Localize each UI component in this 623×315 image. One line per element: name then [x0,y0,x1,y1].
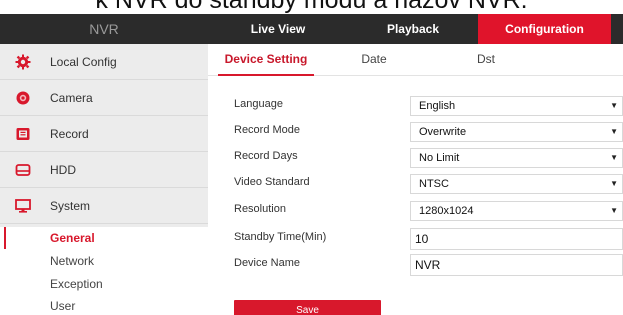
resolution-label: Resolution [234,203,286,215]
hdd-icon [15,162,31,178]
resolution-select[interactable]: 1280x1024 ▼ [410,201,623,221]
nvr-config-screen: k NVR do standby módu a názov NVR. NVR L… [0,0,623,315]
language-value: English [419,100,456,112]
sidebar-item-record[interactable]: Record [0,116,208,152]
content-tabs: Device Setting Date Dst [208,44,623,76]
video-standard-value: NTSC [419,178,449,190]
record-days-value: No Limit [419,152,460,164]
sidebar-item-system[interactable]: System [0,188,208,224]
dropdown-arrow-icon: ▼ [610,153,618,162]
sidebar-item-hdd[interactable]: HDD [0,152,208,188]
sidebar-item-label: Record [50,127,89,141]
submenu-item-exception[interactable]: Exception [50,273,103,295]
resolution-value: 1280x1024 [419,205,474,217]
tab-playback[interactable]: Playback [348,14,478,44]
tab-dst[interactable]: Dst [466,44,506,76]
submenu-item-general[interactable]: General [50,227,95,249]
dropdown-arrow-icon: ▼ [610,101,618,110]
sidebar-item-camera[interactable]: Camera [0,80,208,116]
sidebar-item-label: Local Config [50,55,117,69]
tab-date[interactable]: Date [354,44,394,76]
submenu-item-user[interactable]: User [50,295,75,315]
record-icon [15,126,31,142]
sidebar: Local Config Camera Record HDD System Ge… [0,44,208,315]
language-label: Language [234,98,283,110]
device-name-label: Device Name [234,257,301,269]
tab-configuration[interactable]: Configuration [478,14,611,44]
save-button[interactable]: Save [234,300,381,315]
record-days-label: Record Days [234,150,298,162]
sidebar-item-label: System [50,199,91,213]
system-submenu: General Network Exception User [0,227,208,315]
standby-time-input[interactable]: 10 [410,228,623,250]
tab-live-view[interactable]: Live View [208,14,348,44]
dropdown-arrow-icon: ▼ [610,206,618,215]
sidebar-item-label: Camera [50,91,93,105]
top-nav-bar: NVR Live View Playback Configuration [0,14,623,44]
language-select[interactable]: English ▼ [410,96,623,116]
record-mode-value: Overwrite [419,126,467,138]
app-brand: NVR [89,21,119,37]
sidebar-item-label: HDD [50,163,76,177]
tab-device-setting[interactable]: Device Setting [218,44,314,76]
active-indicator [4,227,6,249]
dropdown-arrow-icon: ▼ [610,127,618,136]
sidebar-item-local-config[interactable]: Local Config [0,44,208,80]
device-name-input[interactable]: NVR [410,254,623,276]
submenu-item-network[interactable]: Network [50,250,94,272]
video-standard-label: Video Standard [234,176,310,188]
video-standard-select[interactable]: NTSC ▼ [410,174,623,194]
record-mode-label: Record Mode [234,124,301,136]
standby-time-label: Standby Time(Min) [234,231,327,243]
record-days-select[interactable]: No Limit ▼ [410,148,623,168]
monitor-icon [15,198,31,214]
camera-icon [15,90,31,106]
record-mode-select[interactable]: Overwrite ▼ [410,122,623,142]
gear-icon [15,54,31,70]
dropdown-arrow-icon: ▼ [610,179,618,188]
